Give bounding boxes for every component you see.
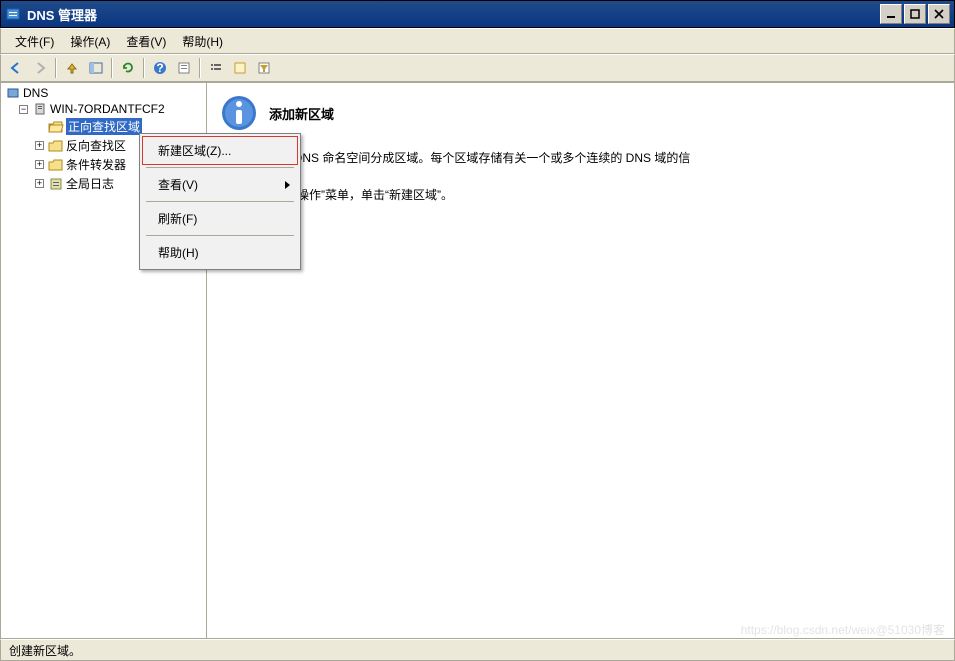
content-heading: 添加新区域 (219, 93, 942, 133)
submenu-arrow-icon (285, 181, 290, 189)
expand-icon[interactable]: + (35, 141, 44, 150)
menu-separator (146, 167, 294, 168)
expand-icon[interactable]: + (35, 160, 44, 169)
menu-separator (146, 201, 294, 202)
server-icon (32, 102, 48, 116)
menu-action[interactable]: 操作(A) (62, 31, 118, 52)
tree-server[interactable]: − WIN-7ORDANTFCF2 (1, 101, 206, 117)
statusbar: 创建新区域。 (0, 639, 955, 661)
maximize-button[interactable] (904, 4, 926, 24)
menubar: 文件(F) 操作(A) 查看(V) 帮助(H) (0, 28, 955, 54)
folder-icon (48, 158, 64, 172)
context-menu: 新建区域(Z)... 查看(V) 刷新(F) 帮助(H) (139, 133, 301, 270)
toolbar: ? (0, 54, 955, 82)
tree-fwd-label: 正向查找区域 (66, 118, 142, 135)
menu-help[interactable]: 帮助(H) (174, 31, 231, 52)
toolbar-separator (55, 58, 57, 78)
statusbar-text: 创建新区域。 (9, 642, 81, 659)
content-p2: 新区域，请在“操作”菜单，单击“新建区域”。 (221, 184, 942, 207)
menu-separator (146, 235, 294, 236)
info-icon (219, 93, 259, 133)
help-button[interactable]: ? (149, 57, 171, 79)
minimize-button[interactable] (880, 4, 902, 24)
ctx-refresh-label: 刷新(F) (158, 212, 197, 226)
ctx-help-label: 帮助(H) (158, 246, 199, 260)
tree-root-label: DNS (23, 86, 48, 100)
close-button[interactable] (928, 4, 950, 24)
list-button[interactable] (205, 57, 227, 79)
svg-text:?: ? (156, 61, 163, 75)
tree-server-label: WIN-7ORDANTFCF2 (50, 102, 165, 116)
ctx-new-zone[interactable]: 新建区域(Z)... (142, 136, 298, 165)
toolbar-separator (111, 58, 113, 78)
back-button[interactable] (5, 57, 27, 79)
ctx-view[interactable]: 查看(V) (142, 170, 298, 199)
content-pane: 添加新区域 (DNS)允许将 DNS 命名空间分成区域。每个区域存储有关一个或多… (207, 83, 954, 638)
tree-rev-label: 反向查找区 (66, 137, 126, 154)
ctx-help[interactable]: 帮助(H) (142, 238, 298, 267)
content-p1: (DNS)允许将 DNS 命名空间分成区域。每个区域存储有关一个或多个连续的 D… (221, 147, 942, 170)
ctx-new-zone-label: 新建区域(Z)... (158, 144, 231, 158)
tree-global-label: 全局日志 (66, 175, 114, 192)
properties-button[interactable] (173, 57, 195, 79)
content-body: (DNS)允许将 DNS 命名空间分成区域。每个区域存储有关一个或多个连续的 D… (219, 147, 942, 207)
log-icon (48, 177, 64, 191)
window-title: DNS 管理器 (27, 5, 880, 24)
detail-button[interactable] (229, 57, 251, 79)
tree-cond-label: 条件转发器 (66, 156, 126, 173)
menu-file[interactable]: 文件(F) (7, 31, 62, 52)
app-icon (5, 6, 21, 22)
window-buttons (880, 4, 950, 24)
tree-root-dns[interactable]: DNS (1, 85, 206, 101)
content-heading-text: 添加新区域 (269, 104, 334, 123)
ctx-refresh[interactable]: 刷新(F) (142, 204, 298, 233)
collapse-icon[interactable]: − (19, 105, 28, 114)
titlebar: DNS 管理器 (0, 0, 955, 28)
toolbar-separator (143, 58, 145, 78)
filter-button[interactable] (253, 57, 275, 79)
up-button[interactable] (61, 57, 83, 79)
dns-root-icon (5, 86, 21, 100)
folder-icon (48, 139, 64, 153)
expand-icon[interactable]: + (35, 179, 44, 188)
toolbar-separator (199, 58, 201, 78)
refresh-button[interactable] (117, 57, 139, 79)
forward-button[interactable] (29, 57, 51, 79)
menu-view[interactable]: 查看(V) (118, 31, 174, 52)
folder-open-icon (48, 120, 64, 134)
ctx-view-label: 查看(V) (158, 178, 198, 192)
show-hide-tree-button[interactable] (85, 57, 107, 79)
